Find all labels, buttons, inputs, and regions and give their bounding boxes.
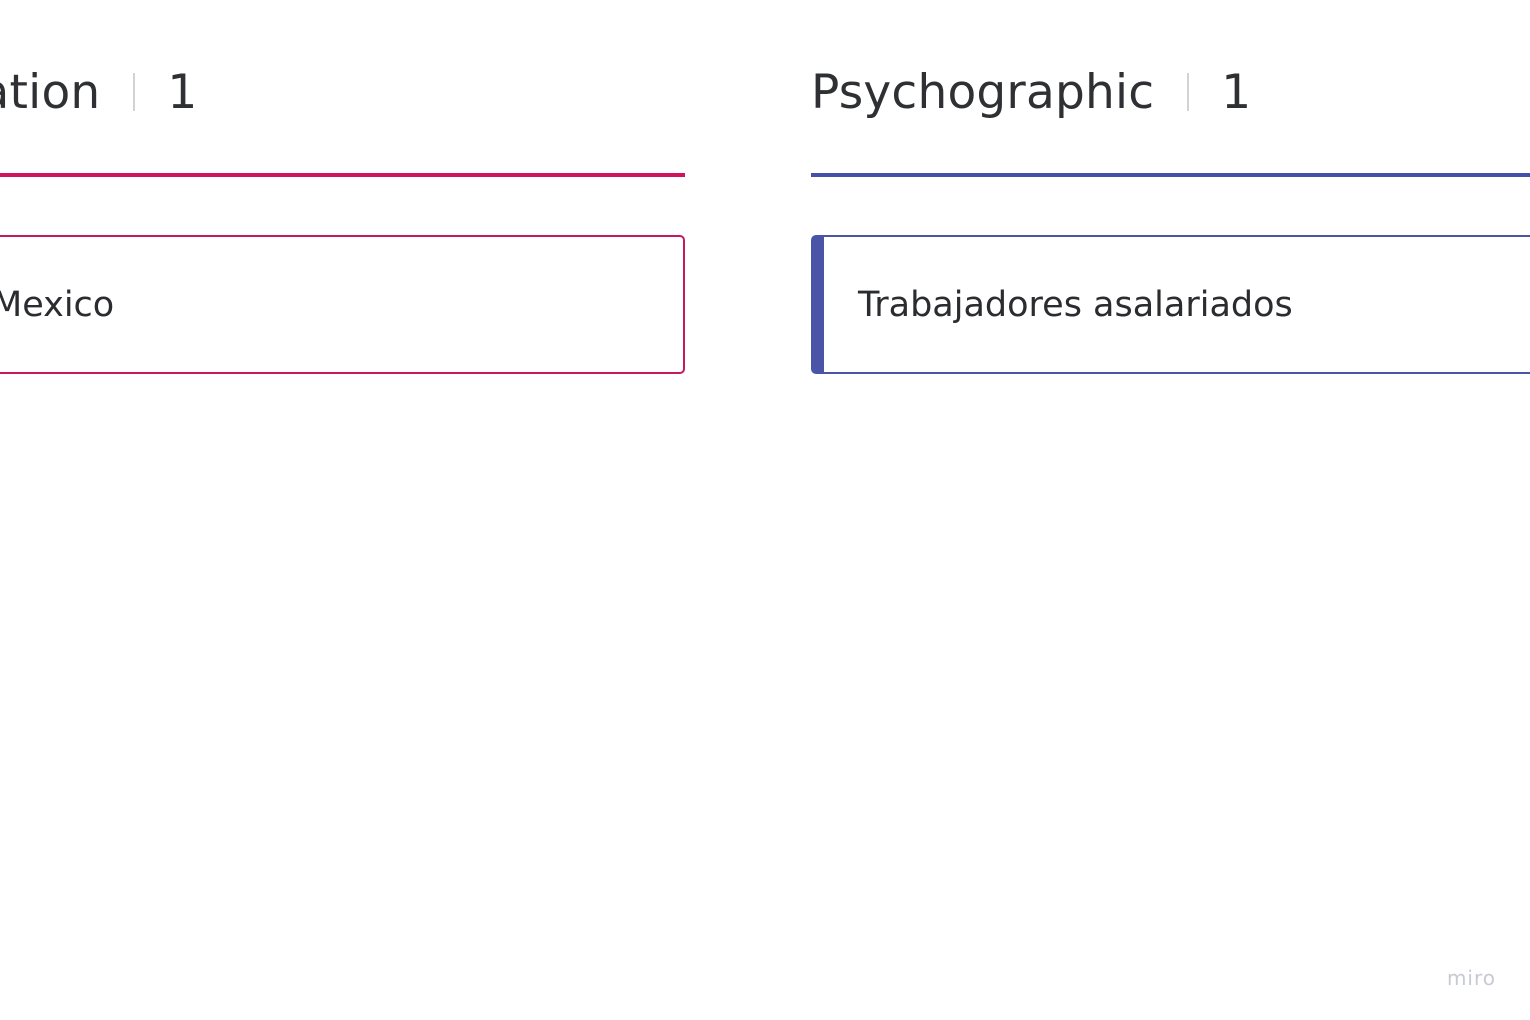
column-header[interactable]: Psychographic 1	[811, 60, 1251, 124]
column-title: Location	[0, 64, 101, 120]
card-count: 1	[167, 64, 198, 120]
card-count: 1	[1221, 64, 1252, 120]
card-text: Trabajadores asalariados	[858, 284, 1293, 325]
column-psychographic: Psychographic 1 Trabajadores asalariados	[811, 0, 1530, 400]
miro-watermark: miro	[1446, 966, 1496, 990]
column-header[interactable]: Location 1	[0, 60, 197, 124]
column-title: Psychographic	[811, 64, 1155, 120]
board-canvas[interactable]: Location 1 Mexico Psychographic 1 Trabaj…	[0, 0, 1530, 1020]
column-color-rule	[811, 173, 1530, 177]
column-color-rule	[0, 173, 685, 177]
card[interactable]: Trabajadores asalariados	[811, 235, 1530, 374]
header-divider	[1187, 73, 1190, 111]
card-text: Mexico	[0, 284, 115, 325]
card[interactable]: Mexico	[0, 235, 685, 374]
column-location: Location 1 Mexico	[0, 0, 685, 400]
header-divider	[133, 73, 136, 111]
